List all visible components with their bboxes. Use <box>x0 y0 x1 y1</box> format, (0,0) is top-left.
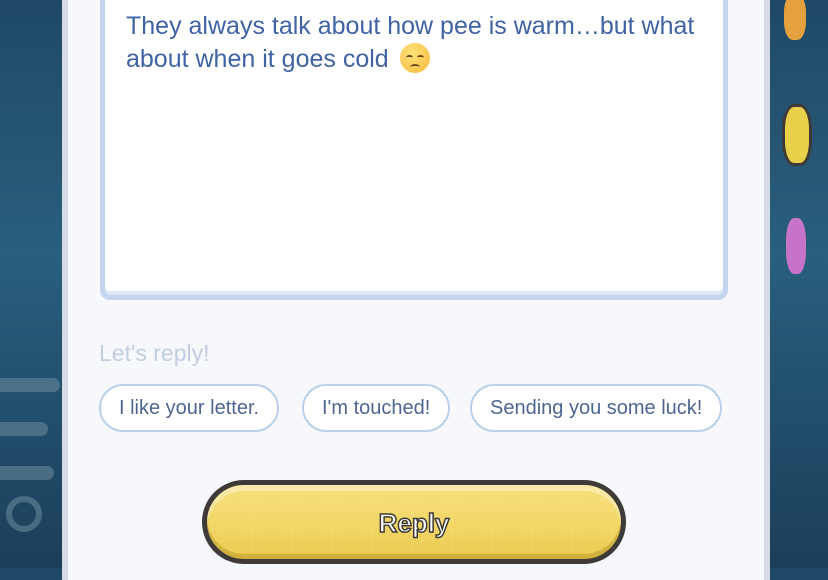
background-decoration-right <box>776 0 828 568</box>
pensive-face-icon <box>399 43 430 73</box>
reply-button[interactable]: Reply <box>202 480 626 564</box>
sticker-decoration <box>786 218 806 274</box>
sticker-decoration <box>782 104 812 166</box>
quick-reply-chip[interactable]: Sending you some luck! <box>470 384 723 432</box>
wave-decoration <box>0 422 48 436</box>
sticker-decoration <box>784 0 806 40</box>
reply-prompt: Let's reply! <box>99 340 210 366</box>
letter-body: They always talk about how pee is warm…b… <box>126 10 716 76</box>
wave-decoration <box>0 378 60 392</box>
ring-decoration <box>6 496 42 532</box>
wave-decoration <box>0 466 54 480</box>
reply-button-label: Reply <box>378 507 450 539</box>
quick-reply-chip[interactable]: I'm touched! <box>302 384 451 432</box>
quick-reply-chip[interactable]: I like your letter. <box>99 384 280 432</box>
quick-reply-list: I like your letter. I'm touched! Sending… <box>99 384 729 436</box>
